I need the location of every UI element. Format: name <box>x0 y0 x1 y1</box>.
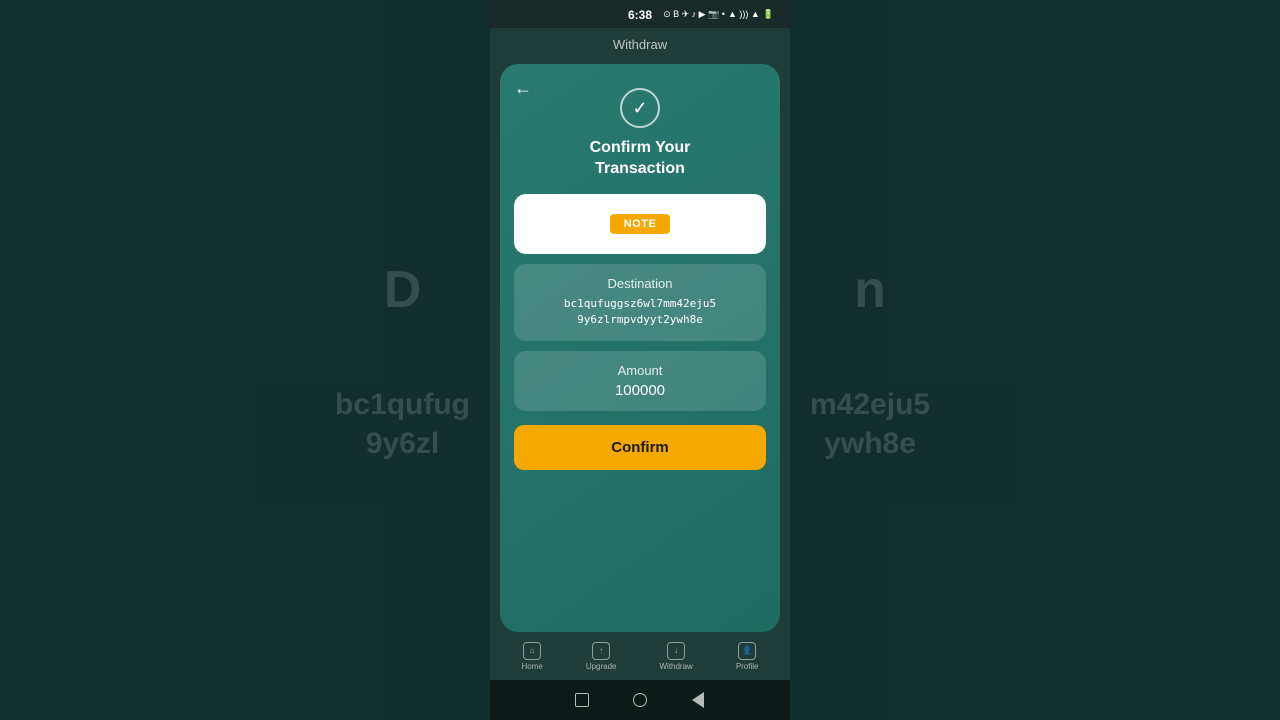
wifi-icon: ▲ ))) ▲ <box>728 9 760 19</box>
confirm-button[interactable]: Confirm <box>514 425 766 470</box>
destination-value: bc1qufuggsz6wl7mm42eju5 9y6zlrmpvdyyt2yw… <box>524 296 756 329</box>
check-icon: ✓ <box>620 88 660 128</box>
back-nav-button[interactable] <box>689 691 707 709</box>
nav-upgrade-label: Upgrade <box>586 662 617 671</box>
amount-value: 100000 <box>524 382 756 399</box>
nav-profile-label: Profile <box>736 662 759 671</box>
transaction-card: ← ✓ Confirm Your Transaction NOTE Destin… <box>500 64 780 632</box>
bg-left-panel: D bc1qufug 9y6zl <box>0 0 490 720</box>
checkmark: ✓ <box>632 98 647 119</box>
destination-line2: 9y6zlrmpvdyyt2ywh8e <box>577 313 703 326</box>
bg-right-text: n m42eju5 ywh8e <box>810 257 930 463</box>
note-badge: NOTE <box>610 214 671 234</box>
square-icon <box>575 693 589 707</box>
status-icons: ⊙ B ✈ ♪ ▶ 📷 • ▲ ))) ▲ 🔋 <box>663 9 774 20</box>
destination-label: Destination <box>524 276 756 291</box>
amount-label: Amount <box>524 363 756 378</box>
destination-box: Destination bc1qufuggsz6wl7mm42eju5 9y6z… <box>514 264 766 341</box>
back-button[interactable]: ← <box>514 78 532 99</box>
home-button[interactable] <box>631 691 649 709</box>
nav-upgrade[interactable]: ↑ Upgrade <box>586 642 617 671</box>
phone-container: 6:38 ⊙ B ✈ ♪ ▶ 📷 • ▲ ))) ▲ 🔋 Withdraw ← … <box>490 0 790 720</box>
confirm-title: Confirm Your Transaction <box>514 138 766 180</box>
top-header: Withdraw <box>490 28 790 58</box>
note-box: NOTE <box>514 194 766 254</box>
triangle-icon <box>692 692 704 708</box>
bottom-nav: ⌂ Home ↑ Upgrade ↓ Withdraw 👤 Profile <box>490 632 790 680</box>
nav-profile[interactable]: 👤 Profile <box>736 642 759 671</box>
upgrade-icon: ↑ <box>592 642 610 660</box>
home-icon: ⌂ <box>523 642 541 660</box>
status-time: 6:38 <box>628 8 652 22</box>
title-line2: Transaction <box>595 160 685 177</box>
nav-home[interactable]: ⌂ Home <box>521 642 542 671</box>
screenshot-wrapper: D bc1qufug 9y6zl n m42eju5 ywh8e 6:38 ⊙ … <box>0 0 1280 720</box>
status-bar: 6:38 ⊙ B ✈ ♪ ▶ 📷 • ▲ ))) ▲ 🔋 <box>490 0 790 28</box>
notification-icons: ⊙ B ✈ ♪ ▶ 📷 • <box>663 9 725 20</box>
withdraw-icon: ↓ <box>667 642 685 660</box>
profile-icon: 👤 <box>738 642 756 660</box>
amount-box: Amount 100000 <box>514 351 766 411</box>
android-nav-bar <box>490 680 790 720</box>
nav-withdraw[interactable]: ↓ Withdraw <box>659 642 692 671</box>
bg-left-text: D bc1qufug 9y6zl <box>335 257 470 463</box>
battery-icon: 🔋 <box>763 9 774 20</box>
circle-icon <box>633 693 647 707</box>
nav-withdraw-label: Withdraw <box>659 662 692 671</box>
title-line1: Confirm Your <box>590 139 691 156</box>
recent-apps-button[interactable] <box>573 691 591 709</box>
nav-home-label: Home <box>521 662 542 671</box>
page-title: Withdraw <box>613 37 667 52</box>
app-area: Withdraw ← ✓ Confirm Your Transaction NO… <box>490 28 790 680</box>
bg-right-panel: n m42eju5 ywh8e <box>790 0 1280 720</box>
destination-line1: bc1qufuggsz6wl7mm42eju5 <box>564 297 716 310</box>
